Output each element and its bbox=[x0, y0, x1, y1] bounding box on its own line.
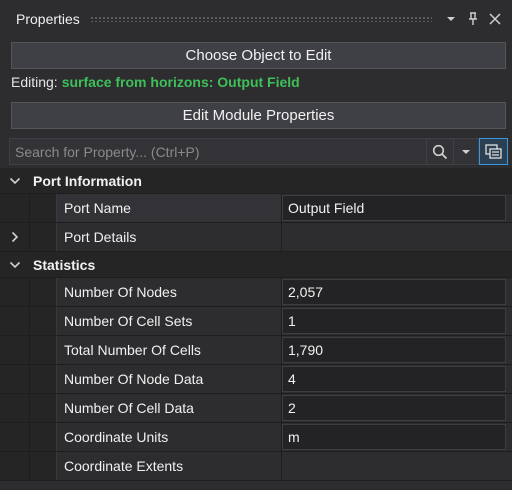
row-tail bbox=[506, 394, 512, 422]
category-port-information[interactable]: Port Information bbox=[0, 168, 512, 194]
property-name: Number Of Nodes bbox=[57, 278, 282, 306]
property-row-port-name[interactable]: Port Name Output Field bbox=[0, 194, 512, 223]
property-row-number-of-cell-sets[interactable]: Number Of Cell Sets 1 bbox=[0, 307, 512, 336]
property-row-port-details[interactable]: Port Details bbox=[0, 223, 512, 252]
row-indent bbox=[30, 278, 57, 306]
property-name: Coordinate Extents bbox=[57, 452, 282, 480]
row-tail bbox=[506, 223, 512, 251]
editing-line: Editing: surface from horizons: Output Fi… bbox=[11, 74, 300, 90]
row-tail bbox=[506, 278, 512, 306]
panel-titlebar: Properties bbox=[0, 0, 512, 38]
row-tail bbox=[506, 452, 512, 480]
row-gutter bbox=[0, 194, 30, 222]
property-value[interactable]: Output Field bbox=[282, 195, 506, 221]
row-indent bbox=[30, 194, 57, 222]
property-name: Port Details bbox=[57, 223, 282, 251]
categorized-view-icon bbox=[484, 143, 502, 159]
row-tail bbox=[506, 423, 512, 451]
property-name: Coordinate Units bbox=[57, 423, 282, 451]
search-icon bbox=[432, 144, 448, 159]
row-gutter bbox=[0, 394, 30, 422]
row-tail bbox=[506, 365, 512, 393]
chevron-down-icon[interactable] bbox=[0, 261, 30, 269]
row-tail bbox=[506, 194, 512, 222]
search-bar bbox=[9, 138, 508, 165]
close-icon bbox=[489, 13, 501, 25]
chevron-down-icon bbox=[462, 149, 470, 154]
category-label: Statistics bbox=[33, 256, 96, 273]
expand-button[interactable] bbox=[0, 223, 30, 251]
property-name: Number Of Cell Sets bbox=[57, 307, 282, 335]
row-indent bbox=[30, 307, 57, 335]
row-tail bbox=[506, 307, 512, 335]
property-row-coordinate-extents[interactable]: Coordinate Extents bbox=[0, 452, 512, 481]
row-indent bbox=[30, 223, 57, 251]
row-indent bbox=[30, 365, 57, 393]
property-name: Total Number Of Cells bbox=[57, 336, 282, 364]
property-value[interactable]: m bbox=[282, 424, 506, 450]
property-value[interactable]: 2 bbox=[282, 395, 506, 421]
chevron-down-icon[interactable] bbox=[0, 177, 30, 185]
close-button[interactable] bbox=[484, 7, 506, 31]
row-indent bbox=[30, 336, 57, 364]
titlebar-grip[interactable] bbox=[89, 16, 432, 22]
property-value[interactable]: 1 bbox=[282, 308, 506, 334]
property-row-total-number-of-cells[interactable]: Total Number Of Cells 1,790 bbox=[0, 336, 512, 365]
editing-label: Editing: bbox=[11, 74, 58, 90]
row-indent bbox=[30, 452, 57, 480]
search-button[interactable] bbox=[427, 138, 454, 165]
row-gutter bbox=[0, 278, 30, 306]
property-value[interactable] bbox=[282, 224, 506, 250]
chevron-right-icon bbox=[11, 231, 18, 243]
categorized-view-toggle[interactable] bbox=[479, 138, 508, 165]
property-name: Number Of Node Data bbox=[57, 365, 282, 393]
row-gutter bbox=[0, 423, 30, 451]
property-row-number-of-cell-data[interactable]: Number Of Cell Data 2 bbox=[0, 394, 512, 423]
choose-object-button[interactable]: Choose Object to Edit bbox=[11, 42, 506, 69]
row-gutter bbox=[0, 452, 30, 480]
dropdown-button[interactable] bbox=[440, 7, 462, 31]
panel-title: Properties bbox=[16, 11, 80, 27]
pin-icon bbox=[469, 12, 477, 25]
property-value[interactable]: 2,057 bbox=[282, 279, 506, 305]
property-value[interactable] bbox=[282, 453, 506, 479]
chevron-down-icon bbox=[447, 17, 455, 21]
editing-object-name: surface from horizons: Output Field bbox=[61, 74, 300, 90]
property-value[interactable]: 1,790 bbox=[282, 337, 506, 363]
property-row-number-of-node-data[interactable]: Number Of Node Data 4 bbox=[0, 365, 512, 394]
search-options-dropdown[interactable] bbox=[454, 138, 479, 165]
row-indent bbox=[30, 423, 57, 451]
property-name: Port Name bbox=[57, 194, 282, 222]
row-gutter bbox=[0, 365, 30, 393]
property-row-coordinate-units[interactable]: Coordinate Units m bbox=[0, 423, 512, 452]
property-value[interactable]: 4 bbox=[282, 366, 506, 392]
category-statistics[interactable]: Statistics bbox=[0, 252, 512, 278]
row-tail bbox=[506, 336, 512, 364]
search-input[interactable] bbox=[9, 138, 427, 165]
category-label: Port Information bbox=[33, 172, 142, 189]
edit-module-properties-button[interactable]: Edit Module Properties bbox=[11, 102, 506, 129]
property-name: Number Of Cell Data bbox=[57, 394, 282, 422]
row-gutter bbox=[0, 307, 30, 335]
row-gutter bbox=[0, 336, 30, 364]
pin-button[interactable] bbox=[462, 7, 484, 31]
property-grid: Port Information Port Name Output Field … bbox=[0, 168, 512, 481]
row-indent bbox=[30, 394, 57, 422]
property-row-number-of-nodes[interactable]: Number Of Nodes 2,057 bbox=[0, 278, 512, 307]
